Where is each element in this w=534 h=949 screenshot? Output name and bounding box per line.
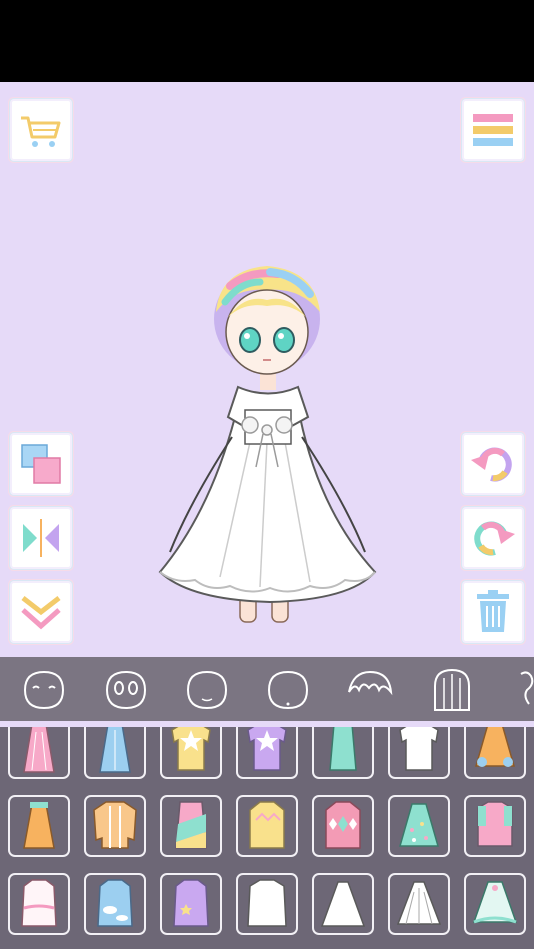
menu-button[interactable] (464, 101, 522, 159)
face-outline-icon (267, 670, 309, 710)
back-hair-icon (434, 668, 470, 711)
dressup-stage (0, 82, 534, 657)
item-grid (0, 727, 534, 949)
item-orange-flower-dress[interactable] (464, 727, 526, 779)
item-pink-mint-dress[interactable] (464, 795, 526, 857)
item-pink-lace-dress[interactable] (8, 873, 70, 935)
redo-button[interactable] (464, 509, 522, 567)
item-blue-cloud-dress[interactable] (84, 873, 146, 935)
cart-button[interactable] (12, 101, 70, 159)
bangs-hair-icon (348, 670, 393, 696)
doll-character (158, 266, 377, 623)
item-striped-shirt[interactable] (84, 795, 146, 857)
eyes-icon (105, 670, 147, 710)
move-down-button[interactable] (12, 583, 70, 641)
category-face-shape[interactable] (18, 665, 70, 713)
item-pink-skirt[interactable] (8, 727, 70, 779)
item-mint-polka-dress[interactable] (388, 795, 450, 857)
item-blue-skirt[interactable] (84, 727, 146, 779)
delete-button[interactable] (464, 583, 522, 641)
item-pastel-dress[interactable] (160, 795, 222, 857)
trash-icon (477, 590, 509, 632)
flip-button[interactable] (12, 509, 70, 567)
item-yellow-sweater[interactable] (236, 795, 298, 857)
redo-icon (474, 521, 515, 556)
undo-button[interactable] (464, 435, 522, 493)
item-mint-tank[interactable] (312, 727, 374, 779)
shopping-cart-icon (21, 116, 61, 147)
item-white-frilly-gown[interactable] (388, 873, 450, 935)
category-face-blank[interactable] (181, 665, 233, 713)
category-back-hair[interactable] (426, 665, 478, 713)
chevron-double-down-icon (21, 596, 61, 630)
item-white-tee[interactable] (388, 727, 450, 779)
category-bangs[interactable] (344, 665, 396, 713)
item-white-shirt-dress[interactable] (236, 873, 298, 935)
item-orange-dress[interactable] (8, 795, 70, 857)
item-white-gown[interactable] (312, 873, 374, 935)
item-mint-tulle-dress[interactable] (464, 873, 526, 935)
menu-icon (473, 114, 513, 146)
flip-horizontal-icon (23, 519, 59, 557)
accessory-icon (520, 671, 534, 705)
layer-button[interactable] (12, 435, 70, 493)
category-eyes[interactable] (100, 665, 152, 713)
item-pink-argyle-sweater[interactable] (312, 795, 374, 857)
layers-icon (21, 444, 61, 484)
face-shape-icon (23, 670, 65, 710)
item-purple-star-dress[interactable] (160, 873, 222, 935)
face-blank-icon (186, 670, 228, 710)
undo-icon (471, 447, 512, 482)
category-accessory[interactable] (508, 665, 534, 713)
category-bar (0, 657, 534, 721)
item-purple-star-tee[interactable] (236, 727, 298, 779)
item-yellow-star-tee[interactable] (160, 727, 222, 779)
category-face-outline[interactable] (262, 665, 314, 713)
